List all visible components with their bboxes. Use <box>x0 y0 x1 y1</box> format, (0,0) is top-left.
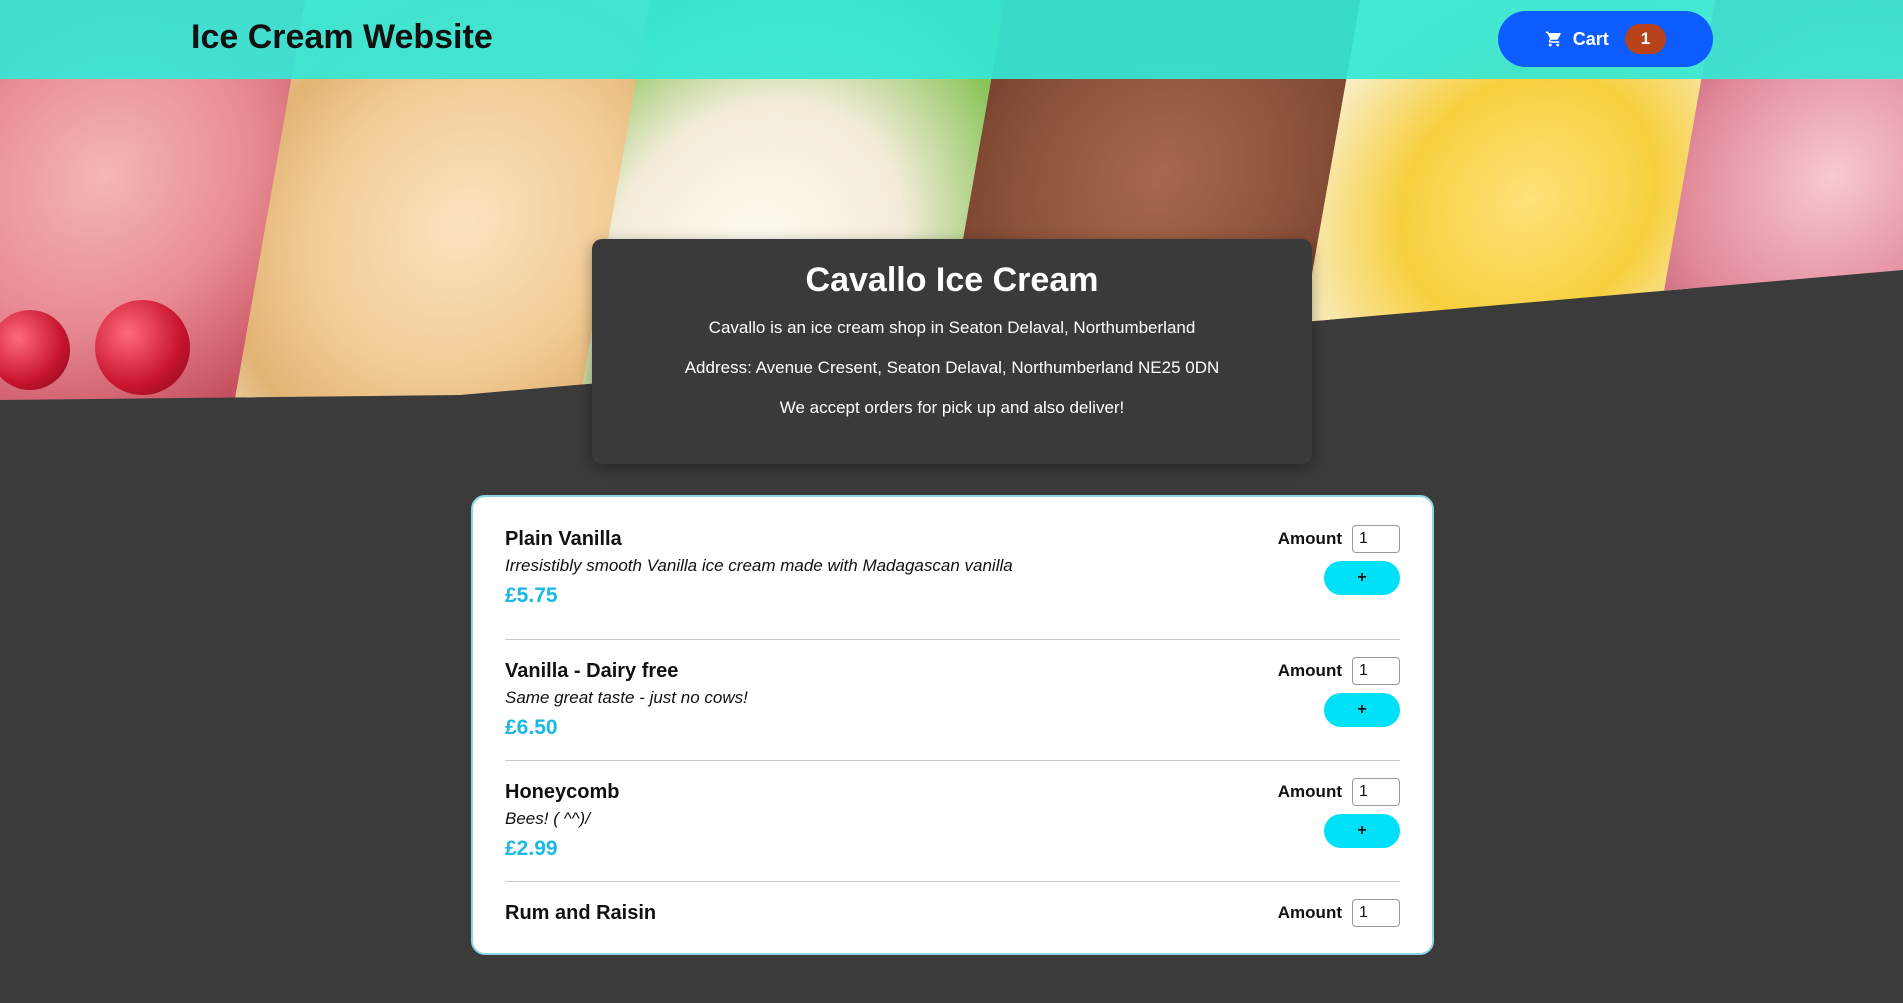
menu-list: Plain Vanilla Irresistibly smooth Vanill… <box>471 495 1434 955</box>
item-controls: Amount + <box>1260 525 1400 595</box>
site-title[interactable]: Ice Cream Website <box>191 18 493 57</box>
amount-input[interactable] <box>1352 525 1400 553</box>
navbar: Ice Cream Website Cart 1 <box>0 0 1903 79</box>
menu-item: Rum and Raisin Amount <box>505 882 1400 1003</box>
amount-input[interactable] <box>1352 657 1400 685</box>
cart-count-badge: 1 <box>1624 24 1667 54</box>
amount-label: Amount <box>1277 903 1342 922</box>
item-controls: Amount + <box>1260 657 1400 727</box>
amount-label: Amount <box>1277 529 1342 548</box>
shop-delivery-note: We accept orders for pick up and also de… <box>779 398 1125 417</box>
shopping-cart-icon <box>1545 30 1563 48</box>
item-controls: Amount + <box>1260 778 1400 848</box>
menu-item: Plain Vanilla Irresistibly smooth Vanill… <box>505 519 1400 640</box>
add-to-cart-button[interactable]: + <box>1324 693 1400 727</box>
shop-title: Cavallo Ice Cream <box>805 261 1099 299</box>
amount-input[interactable] <box>1352 778 1400 806</box>
cart-button[interactable]: Cart 1 <box>1498 11 1713 67</box>
cart-label: Cart <box>1572 28 1609 49</box>
amount-row: Amount <box>1260 778 1400 806</box>
amount-row: Amount <box>1260 657 1400 685</box>
shop-address: Address: Avenue Cresent, Seaton Delaval,… <box>684 358 1220 377</box>
amount-label: Amount <box>1277 661 1342 680</box>
menu-item: Honeycomb Bees! ( ^^)/ £2.99 Amount + <box>505 761 1400 882</box>
item-controls: Amount <box>1260 899 1400 927</box>
add-to-cart-button[interactable]: + <box>1324 814 1400 848</box>
add-to-cart-button[interactable]: + <box>1324 561 1400 595</box>
amount-label: Amount <box>1277 782 1342 801</box>
menu-item: Vanilla - Dairy free Same great taste - … <box>505 640 1400 761</box>
shop-info-card: Cavallo Ice Cream Cavallo is an ice crea… <box>592 239 1312 464</box>
amount-row: Amount <box>1260 899 1400 927</box>
amount-input[interactable] <box>1352 899 1400 927</box>
raspberry-decoration <box>95 300 190 395</box>
amount-row: Amount <box>1260 525 1400 553</box>
shop-description: Cavallo is an ice cream shop in Seaton D… <box>708 318 1196 337</box>
